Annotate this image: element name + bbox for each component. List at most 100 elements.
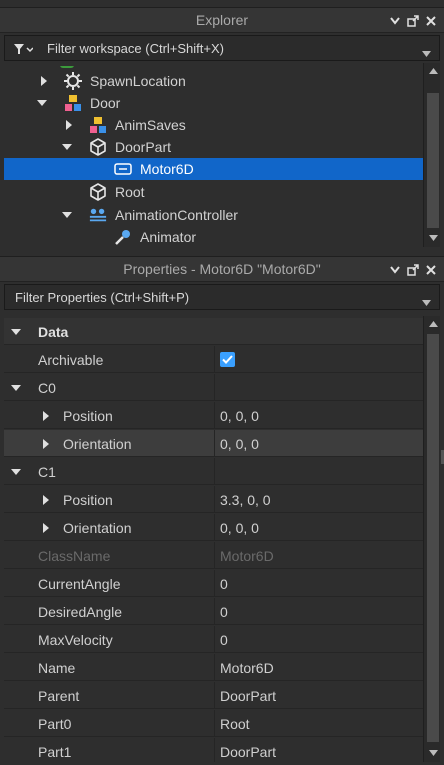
property-value [215,346,235,373]
property-row-c0-orientation[interactable]: Orientation 0, 0, 0 [4,430,423,457]
property-row-c1-orientation[interactable]: Orientation 0, 0, 0 [4,514,423,541]
property-row-c0[interactable]: C0 [4,374,423,401]
undock-icon[interactable] [406,14,420,28]
properties-title: Properties - Motor6D "Motor6D" [123,261,321,277]
animation-controller-icon [89,206,107,224]
collapse-arrow-icon[interactable] [10,382,22,394]
collapse-arrow-icon[interactable] [36,97,48,109]
property-row-c1[interactable]: C1 [4,458,423,485]
property-value[interactable]: Root [215,710,250,737]
property-row-part1[interactable]: Part1 DoorPart [4,738,423,762]
motor6d-icon [114,160,132,178]
tree-item-label: DoorPart [115,139,172,155]
tree-item-label: SpawnLocation [90,73,186,89]
close-icon[interactable] [424,263,438,277]
property-name: Position [63,407,113,424]
tree-item-motor6d[interactable]: Motor6D [4,158,423,180]
expand-arrow-icon[interactable] [40,494,52,506]
property-value[interactable]: DoorPart [215,738,276,762]
tree-item-animsaves[interactable]: AnimSaves [4,114,423,136]
scroll-down-icon[interactable] [428,233,438,243]
tree-item-label: AnimSaves [115,117,186,133]
properties-grid: Data Archivable C0 Position 0, 0, 0 Orie… [4,318,423,762]
property-name: Name [38,659,76,676]
filter-icon[interactable] [13,43,34,58]
tree-item-label: Animator [140,229,197,245]
expand-arrow-icon[interactable] [38,75,50,87]
scroll-down-icon[interactable] [428,748,438,758]
tree-item-animator[interactable]: Animator [4,226,423,248]
property-value[interactable]: 0 [215,570,228,597]
part-icon [89,183,107,201]
expand-arrow-icon[interactable] [40,410,52,422]
property-name: Position [63,491,113,508]
properties-filter-input[interactable]: Filter Properties (Ctrl+Shift+P) [4,284,440,310]
property-value[interactable]: DoorPart [215,682,276,709]
properties-filter-placeholder: Filter Properties (Ctrl+Shift+P) [15,289,190,305]
property-value[interactable]: 3.3, 0, 0 [215,486,271,513]
properties-header: Properties - Motor6D "Motor6D" [0,256,444,282]
property-value: Motor6D [220,547,274,564]
tree-item-label: Root [115,184,145,200]
property-row-part0[interactable]: Part0 Root [4,710,423,737]
property-row-c0-position[interactable]: Position 0, 0, 0 [4,402,423,429]
scroll-up-icon[interactable] [428,66,438,76]
model-icon [64,94,82,112]
model-icon [89,116,107,134]
collapse-arrow-icon[interactable] [61,209,73,221]
undock-icon[interactable] [406,263,420,277]
property-row-name[interactable]: Name Motor6D [4,654,423,681]
expand-arrow-icon[interactable] [63,119,75,131]
property-row-classname: ClassName Motor6D [4,542,423,569]
collapse-arrow-icon[interactable] [61,141,73,153]
tree-item-spawnlocation[interactable]: SpawnLocation [4,70,423,92]
archivable-checkbox[interactable] [220,352,235,367]
property-value[interactable]: 0 [215,598,228,625]
tree-item-animationcontroller[interactable]: AnimationController [4,204,423,226]
property-name: Orientation [63,435,132,452]
property-name: MaxVelocity [38,631,113,648]
tree-item-root[interactable]: Root [4,181,423,203]
tree-item-label: Door [90,95,121,111]
property-value[interactable]: 0, 0, 0 [215,402,259,429]
tree-item-door[interactable]: Door [4,92,423,114]
expand-arrow-icon[interactable] [40,438,52,450]
property-row-c1-position[interactable]: Position 3.3, 0, 0 [4,486,423,513]
property-value[interactable]: 0, 0, 0 [215,514,259,541]
chevron-down-icon[interactable] [388,14,402,28]
part-icon [89,138,107,156]
chevron-down-icon[interactable] [388,263,402,277]
property-name: Part1 [38,743,72,760]
property-row-currentangle[interactable]: CurrentAngle 0 [4,570,423,597]
property-name: Part0 [38,715,72,732]
scrollbar-thumb[interactable] [427,334,439,742]
explorer-filter-input[interactable]: Filter workspace (Ctrl+Shift+X) [4,35,440,61]
section-header-data[interactable]: Data [4,318,423,345]
scrollbar-thumb[interactable] [427,93,439,228]
property-name: CurrentAngle [38,575,121,592]
expand-arrow-icon[interactable] [40,522,52,534]
property-name: Parent [38,687,80,704]
collapse-arrow-icon[interactable] [10,466,22,478]
property-row-maxvelocity[interactable]: MaxVelocity 0 [4,626,423,653]
chevron-down-icon[interactable] [422,294,431,309]
property-row-desiredangle[interactable]: DesiredAngle 0 [4,598,423,625]
scroll-up-icon[interactable] [428,319,438,329]
collapse-arrow-icon[interactable] [10,326,22,338]
property-value[interactable]: Motor6D [215,654,274,681]
tree-item-doorpart[interactable]: DoorPart [4,136,423,158]
property-name: Orientation [63,519,132,536]
property-row-archivable[interactable]: Archivable [4,346,423,373]
property-name: ClassName [38,547,111,564]
explorer-tree: SpawnLocation Door AnimSaves DoorPart Mo… [4,66,423,248]
explorer-header: Explorer [0,7,444,33]
property-value[interactable]: 0, 0, 0 [215,430,259,457]
property-value[interactable]: 0 [215,626,228,653]
chevron-down-icon[interactable] [422,45,431,60]
explorer-scrollbar[interactable] [423,63,440,247]
explorer-title: Explorer [195,12,249,28]
properties-scrollbar[interactable] [423,316,440,762]
property-row-parent[interactable]: Parent DoorPart [4,682,423,709]
animator-icon [114,228,132,246]
close-icon[interactable] [424,14,438,28]
